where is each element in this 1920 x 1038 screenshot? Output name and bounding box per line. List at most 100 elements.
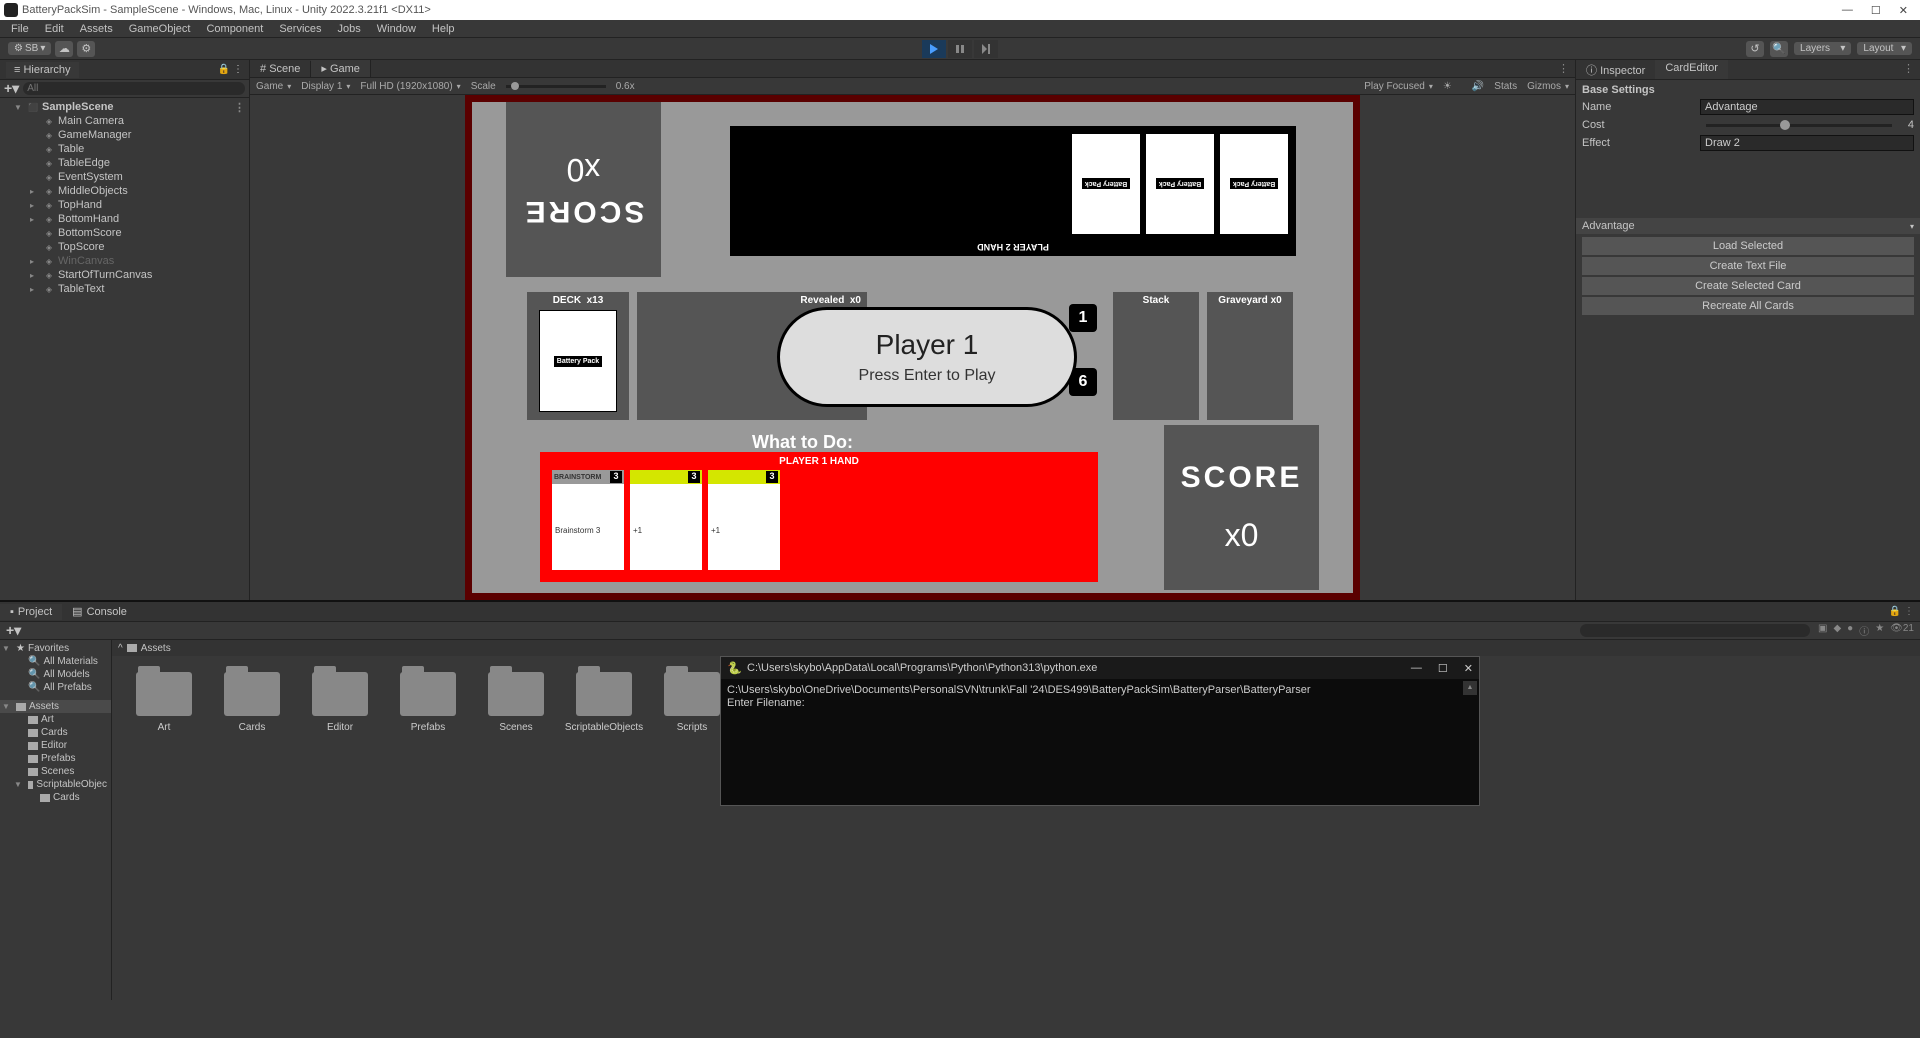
folder-item[interactable]: Editor xyxy=(0,739,111,752)
hierarchy-item[interactable]: ▸◈StartOfTurnCanvas xyxy=(0,268,249,282)
effect-field[interactable] xyxy=(1700,135,1914,151)
add-asset-button[interactable]: +▾ xyxy=(6,622,21,639)
name-field[interactable] xyxy=(1700,99,1914,115)
scene-tab[interactable]: # Scene xyxy=(250,61,311,77)
hierarchy-item[interactable]: ▸◈MiddleObjects xyxy=(0,184,249,198)
panel-menu-icon[interactable]: ⋮ xyxy=(1897,60,1920,79)
search-filter-icon[interactable]: ● xyxy=(1847,623,1853,638)
favorites-folder[interactable]: ▼★ Favorites xyxy=(0,642,111,655)
hierarchy-search[interactable] xyxy=(23,82,245,95)
folder-asset[interactable]: Scripts xyxy=(660,672,724,733)
inspector-tab[interactable]: ⓘ Inspector xyxy=(1576,60,1655,79)
search-filter-icon[interactable]: ★ xyxy=(1875,623,1884,638)
gizmos-dropdown[interactable]: Gizmos xyxy=(1527,81,1569,92)
menu-assets[interactable]: Assets xyxy=(73,22,120,36)
pause-button[interactable] xyxy=(948,40,972,58)
resolution-dropdown[interactable]: Full HD (1920x1080) xyxy=(360,81,460,92)
layout-dropdown[interactable]: Layout ▾ xyxy=(1857,42,1912,55)
lock-icon[interactable]: 🔒 ⋮ xyxy=(218,64,243,75)
search-filter-icon[interactable]: ◆ xyxy=(1833,623,1841,638)
display-dropdown[interactable]: Display 1 xyxy=(301,81,350,92)
undo-history-button[interactable]: ↺ xyxy=(1746,41,1764,57)
scale-slider[interactable] xyxy=(506,85,606,88)
create-selected-card-button[interactable]: Create Selected Card xyxy=(1582,277,1914,295)
terminal-close[interactable]: ✕ xyxy=(1464,662,1473,675)
breadcrumb[interactable]: ^ Assets xyxy=(112,640,1920,656)
hidden-count[interactable]: 👁21 xyxy=(1890,623,1914,638)
mute-icon[interactable]: 🔊 xyxy=(1472,81,1484,92)
hierarchy-item[interactable]: ◈Main Camera xyxy=(0,114,249,128)
play-focused-dropdown[interactable]: Play Focused xyxy=(1364,81,1433,92)
project-tab[interactable]: ▪ Project xyxy=(0,604,62,620)
hierarchy-item[interactable]: ▸◈TableText xyxy=(0,282,249,296)
game-tab[interactable]: ▸ Game xyxy=(311,60,371,77)
game-mode-dropdown[interactable]: Game xyxy=(256,81,291,92)
menu-file[interactable]: File xyxy=(4,22,36,36)
folder-item[interactable]: Cards xyxy=(0,726,111,739)
terminal-titlebar[interactable]: 🐍 C:\Users\skybo\AppData\Local\Programs\… xyxy=(721,657,1479,679)
lock-icon[interactable]: 🔒 xyxy=(1889,606,1901,617)
terminal-body[interactable]: C:\Users\skybo\OneDrive\Documents\Person… xyxy=(721,679,1479,805)
hierarchy-item[interactable]: ◈TopScore xyxy=(0,240,249,254)
hierarchy-item[interactable]: ▸◈TopHand xyxy=(0,198,249,212)
menu-component[interactable]: Component xyxy=(199,22,270,36)
folder-item[interactable]: Scenes xyxy=(0,765,111,778)
console-tab[interactable]: ▤ Console xyxy=(62,603,137,620)
play-button[interactable] xyxy=(922,40,946,58)
account-dropdown[interactable]: ⚙ SB ▾ xyxy=(8,42,51,55)
scrollbar-up[interactable] xyxy=(1463,681,1477,695)
cardeditor-tab[interactable]: CardEditor xyxy=(1655,60,1728,79)
menu-jobs[interactable]: Jobs xyxy=(331,22,368,36)
hierarchy-item[interactable]: ◈GameManager xyxy=(0,128,249,142)
hierarchy-item[interactable]: ▸◈WinCanvas xyxy=(0,254,249,268)
terminal-minimize[interactable]: — xyxy=(1411,662,1422,675)
panel-menu-icon[interactable]: ⋮ xyxy=(1904,606,1914,617)
tab-menu-icon[interactable]: ⋮ xyxy=(1558,62,1575,75)
hierarchy-item[interactable]: ◈Table xyxy=(0,142,249,156)
search-filter-icon[interactable]: ▣ xyxy=(1818,623,1827,638)
menu-window[interactable]: Window xyxy=(370,22,423,36)
terminal-window[interactable]: 🐍 C:\Users\skybo\AppData\Local\Programs\… xyxy=(720,656,1480,806)
search-filter-icon[interactable]: ⓘ xyxy=(1859,623,1869,638)
hierarchy-item[interactable]: ◈TableEdge xyxy=(0,156,249,170)
favorite-item[interactable]: 🔍 All Prefabs xyxy=(0,681,111,694)
project-search[interactable] xyxy=(1580,624,1810,637)
stats-toggle[interactable]: Stats xyxy=(1494,81,1517,92)
folder-asset[interactable]: ScriptableObjects xyxy=(572,672,636,733)
search-button[interactable]: 🔍 xyxy=(1770,41,1788,57)
layers-dropdown[interactable]: Layers ▾ xyxy=(1794,42,1851,55)
create-text-file-button[interactable]: Create Text File xyxy=(1582,257,1914,275)
hierarchy-tab[interactable]: ≡ Hierarchy xyxy=(6,62,79,78)
folder-asset[interactable]: Prefabs xyxy=(396,672,460,733)
assets-folder[interactable]: ▼ Assets xyxy=(0,700,111,713)
step-button[interactable] xyxy=(974,40,998,58)
close-button[interactable]: ✕ xyxy=(1899,4,1908,17)
recreate-all-cards-button[interactable]: Recreate All Cards xyxy=(1582,297,1914,315)
folder-asset[interactable]: Scenes xyxy=(484,672,548,733)
hierarchy-item[interactable]: ◈EventSystem xyxy=(0,170,249,184)
folder-asset[interactable]: Editor xyxy=(308,672,372,733)
menu-gameobject[interactable]: GameObject xyxy=(122,22,198,36)
cost-slider[interactable] xyxy=(1706,124,1892,127)
game-viewport[interactable]: SCORE x0 PLAYER 2 HAND Battery Pack Batt… xyxy=(250,95,1575,600)
favorite-item[interactable]: 🔍 All Materials xyxy=(0,655,111,668)
terminal-maximize[interactable]: ☐ xyxy=(1438,662,1448,675)
favorite-item[interactable]: 🔍 All Models xyxy=(0,668,111,681)
menu-edit[interactable]: Edit xyxy=(38,22,71,36)
minimize-button[interactable]: — xyxy=(1842,4,1853,17)
load-selected-button[interactable]: Load Selected xyxy=(1582,237,1914,255)
folder-item[interactable]: Cards xyxy=(0,791,111,804)
folder-item[interactable]: ▼ ScriptableObjec xyxy=(0,778,111,791)
cloud-button[interactable]: ☁ xyxy=(55,41,73,57)
card-select-dropdown[interactable]: Advantage xyxy=(1576,218,1920,234)
scene-root[interactable]: ▼⬛SampleScene⋮ xyxy=(0,100,249,114)
folder-asset[interactable]: Cards xyxy=(220,672,284,733)
lighting-icon[interactable]: ☀ xyxy=(1443,81,1452,92)
add-gameobject-button[interactable]: +▾ xyxy=(4,80,19,97)
settings-button[interactable]: ⚙ xyxy=(77,41,95,57)
menu-services[interactable]: Services xyxy=(272,22,328,36)
folder-asset[interactable]: Art xyxy=(132,672,196,733)
hierarchy-item[interactable]: ▸◈BottomHand xyxy=(0,212,249,226)
menu-help[interactable]: Help xyxy=(425,22,462,36)
folder-item[interactable]: Prefabs xyxy=(0,752,111,765)
